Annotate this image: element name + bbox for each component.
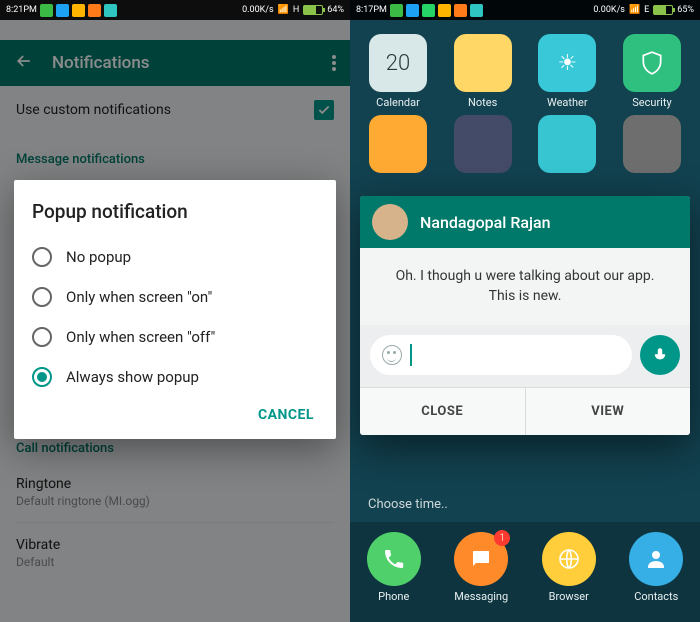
close-button[interactable]: CLOSE: [360, 388, 525, 435]
status-bar: 8:17PM 0.00K/s 📶 E 65%: [350, 0, 700, 20]
status-time: 8:17PM: [356, 5, 387, 15]
whatsapp-popup: Nandagopal Rajan Oh. I though u were tal…: [360, 196, 690, 435]
cancel-button[interactable]: CANCEL: [258, 407, 314, 423]
battery-icon: [653, 5, 673, 15]
dock-label: Contacts: [634, 590, 678, 603]
security-icon: [623, 34, 681, 92]
radio-label: Only when screen "off": [66, 328, 215, 346]
app-weather[interactable]: ☀ Weather: [533, 34, 601, 109]
app-security[interactable]: Security: [618, 34, 686, 109]
radio-label: Only when screen "on": [66, 288, 212, 306]
radio-option-screen-off[interactable]: Only when screen "off": [32, 317, 318, 357]
app-notes[interactable]: Notes: [449, 34, 517, 109]
status-nettype: H: [293, 5, 299, 15]
view-button[interactable]: VIEW: [525, 388, 691, 435]
dock: Phone 1 Messaging Browser Contacts: [350, 522, 700, 622]
emoji-icon[interactable]: [382, 345, 402, 365]
app-icon: [623, 115, 681, 173]
badge: 1: [494, 530, 510, 546]
app-label: Weather: [547, 96, 588, 109]
status-icon: [88, 4, 101, 17]
status-icon: [438, 4, 451, 17]
status-icon: [422, 4, 435, 17]
status-battpct: 65%: [677, 5, 694, 15]
widget-choose-time[interactable]: Choose time..: [368, 497, 448, 512]
calendar-icon: 20: [369, 34, 427, 92]
phone-icon: [367, 532, 421, 586]
app-calendar[interactable]: 20 Calendar: [364, 34, 432, 109]
weather-icon: ☀: [538, 34, 596, 92]
dialog-title: Popup notification: [32, 200, 318, 223]
dock-label: Messaging: [454, 590, 508, 603]
status-icon: [470, 4, 483, 17]
signal-icon: 📶: [629, 5, 640, 15]
app-swiftkey[interactable]: [533, 115, 601, 173]
status-icon: [104, 4, 117, 17]
app-folder[interactable]: [364, 115, 432, 173]
app-label: Security: [632, 96, 671, 109]
folder-icon: [369, 115, 427, 173]
dock-messaging[interactable]: 1 Messaging: [447, 532, 515, 603]
radio-icon: [32, 247, 52, 267]
status-icon: [390, 4, 403, 17]
radio-icon: [32, 287, 52, 307]
status-icon: [454, 4, 467, 17]
reply-input[interactable]: [370, 335, 632, 375]
notes-icon: [454, 34, 512, 92]
popup-notification-dialog: Popup notification No popup Only when sc…: [14, 180, 336, 439]
radio-icon: [32, 327, 52, 347]
status-icon: [406, 4, 419, 17]
radio-selected-icon: [32, 367, 52, 387]
status-bar: 8:21PM 0.00K/s 📶 H 64%: [0, 0, 350, 20]
popup-button-row: CLOSE VIEW: [360, 387, 690, 435]
dock-contacts[interactable]: Contacts: [622, 532, 690, 603]
radio-label: No popup: [66, 248, 131, 266]
dock-label: Phone: [378, 590, 409, 603]
radio-option-always[interactable]: Always show popup: [32, 357, 318, 397]
avatar: [372, 204, 408, 240]
folder-icon: [454, 115, 512, 173]
radio-label: Always show popup: [66, 368, 199, 386]
dock-label: Browser: [549, 590, 589, 603]
mic-button[interactable]: [640, 335, 680, 375]
popup-message: Oh. I though u were talking about our ap…: [360, 248, 690, 325]
status-nettype: E: [644, 5, 649, 15]
app-generic[interactable]: [618, 115, 686, 173]
contacts-icon: [629, 532, 683, 586]
dock-phone[interactable]: Phone: [360, 532, 428, 603]
status-icon: [40, 4, 53, 17]
signal-icon: 📶: [278, 5, 289, 15]
app-social-folder[interactable]: [449, 115, 517, 173]
status-netspeed: 0.00K/s: [242, 5, 274, 15]
phone-right-screenshot: 8:17PM 0.00K/s 📶 E 65% 20 Calendar Notes: [350, 0, 700, 622]
contact-name: Nandagopal Rajan: [420, 213, 551, 232]
status-battpct: 64%: [327, 5, 344, 15]
battery-icon: [303, 5, 323, 15]
text-caret: [410, 344, 412, 366]
status-time: 8:21PM: [6, 5, 37, 15]
messaging-icon: 1: [454, 532, 508, 586]
radio-option-no-popup[interactable]: No popup: [32, 237, 318, 277]
app-label: Calendar: [376, 96, 420, 109]
status-icon: [72, 4, 85, 17]
popup-header[interactable]: Nandagopal Rajan: [360, 196, 690, 248]
radio-option-screen-on[interactable]: Only when screen "on": [32, 277, 318, 317]
status-icon: [56, 4, 69, 17]
phone-left-screenshot: 8:21PM 0.00K/s 📶 H 64% Notifications: [0, 0, 350, 622]
browser-icon: [542, 532, 596, 586]
home-row: 20 Calendar Notes ☀ Weather Security: [364, 34, 686, 109]
status-netspeed: 0.00K/s: [593, 5, 625, 15]
popup-input-row: [360, 325, 690, 387]
home-row: [364, 115, 686, 173]
app-label: Notes: [468, 96, 497, 109]
swiftkey-icon: [538, 115, 596, 173]
dock-browser[interactable]: Browser: [535, 532, 603, 603]
